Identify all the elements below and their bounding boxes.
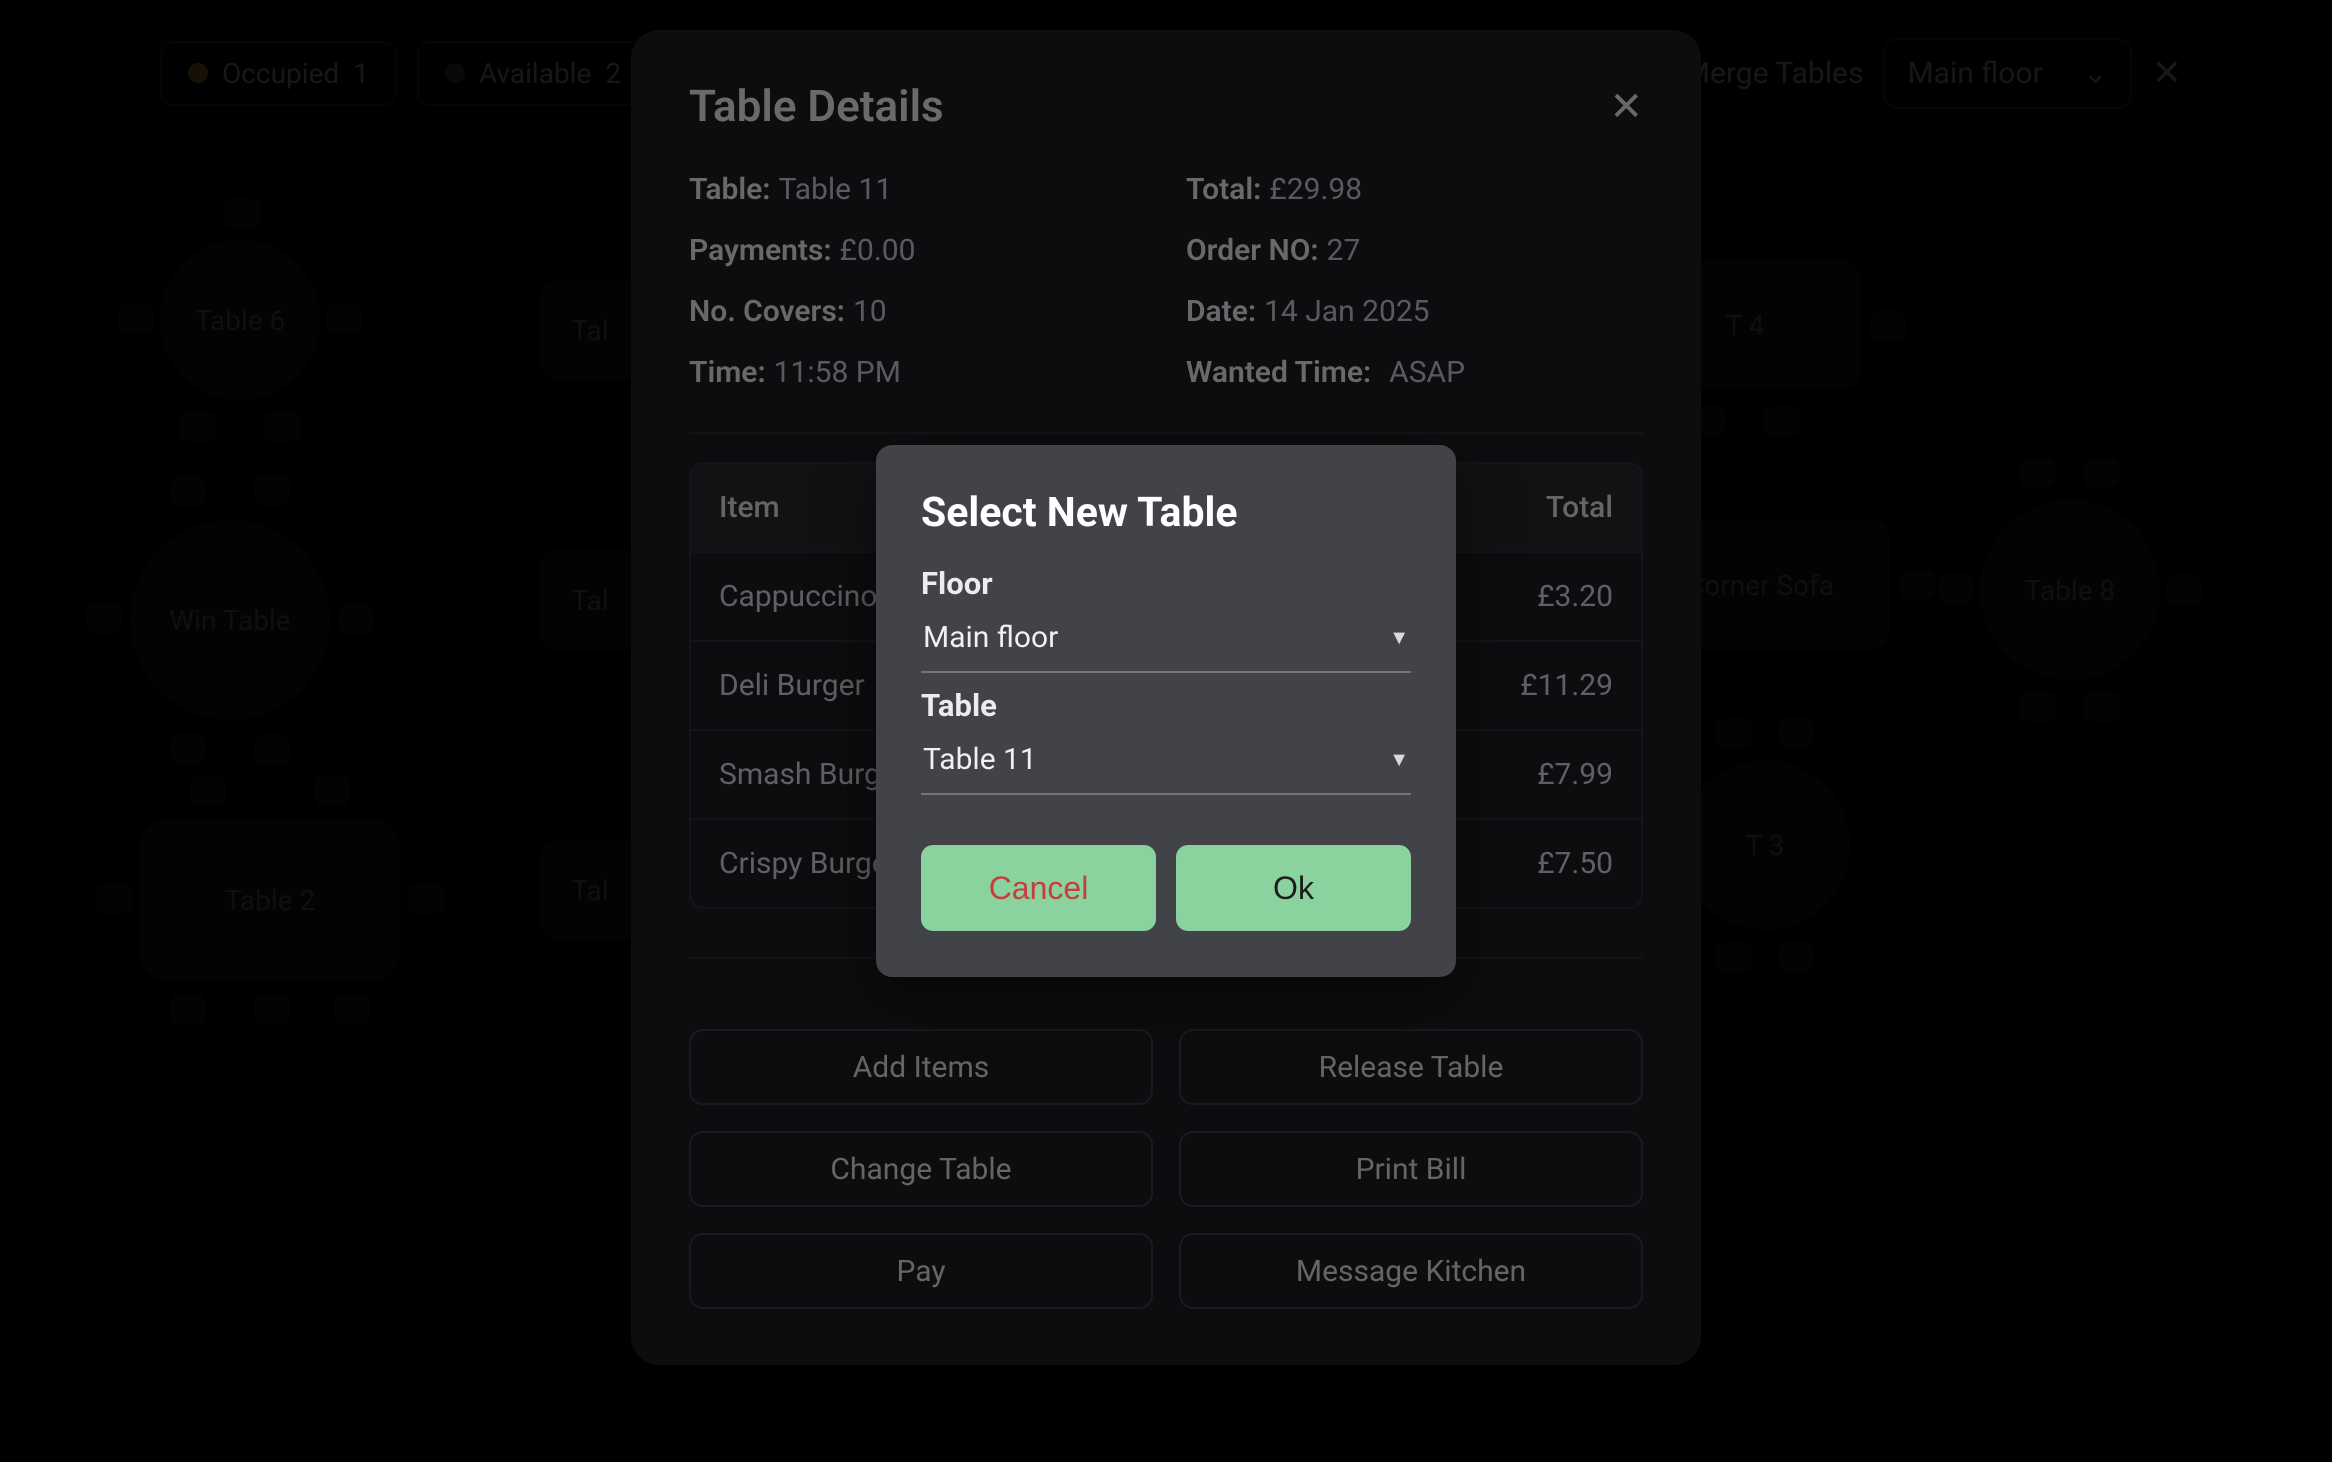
payments-label: Payments: [689,233,832,268]
table-select-value: Table 11 [923,742,1037,777]
table-value: Table 11 [778,172,892,207]
details-title: Table Details [689,80,944,132]
total-value: £29.98 [1269,172,1362,207]
caret-down-icon: ▼ [1389,747,1409,772]
floor-field-label: Floor [921,565,1411,602]
time-label: Time: [689,355,766,390]
floor-select-value: Main floor [923,620,1058,655]
release-table-button[interactable]: Release Table [1179,1029,1643,1105]
covers-label: No. Covers: [689,294,845,329]
table-field-label: Table [921,687,1411,724]
date-label: Date: [1186,294,1256,329]
wanted-value: ASAP [1389,355,1465,390]
table-label: Table: [689,172,770,207]
change-table-button[interactable]: Change Table [689,1131,1153,1207]
floor-select[interactable]: Main floor ▼ [921,608,1411,673]
date-value: 14 Jan 2025 [1264,294,1429,329]
message-kitchen-button[interactable]: Message Kitchen [1179,1233,1643,1309]
time-value: 11:58 PM [774,355,901,390]
caret-down-icon: ▼ [1389,625,1409,650]
table-select[interactable]: Table 11 ▼ [921,730,1411,795]
payments-value: £0.00 [840,233,916,268]
ok-button[interactable]: Ok [1176,845,1411,931]
close-icon[interactable]: ✕ [1609,83,1643,130]
orderno-label: Order NO: [1186,233,1319,268]
wanted-label: Wanted Time: [1186,355,1371,390]
cancel-button[interactable]: Cancel [921,845,1156,931]
print-bill-button[interactable]: Print Bill [1179,1131,1643,1207]
add-items-button[interactable]: Add Items [689,1029,1153,1105]
total-label: Total: [1186,172,1261,207]
select-modal-title: Select New Table [921,489,1411,537]
orderno-value: 27 [1327,233,1361,268]
select-new-table-modal: Select New Table Floor Main floor ▼ Tabl… [876,445,1456,977]
pay-button[interactable]: Pay [689,1233,1153,1309]
covers-value: 10 [853,294,887,329]
